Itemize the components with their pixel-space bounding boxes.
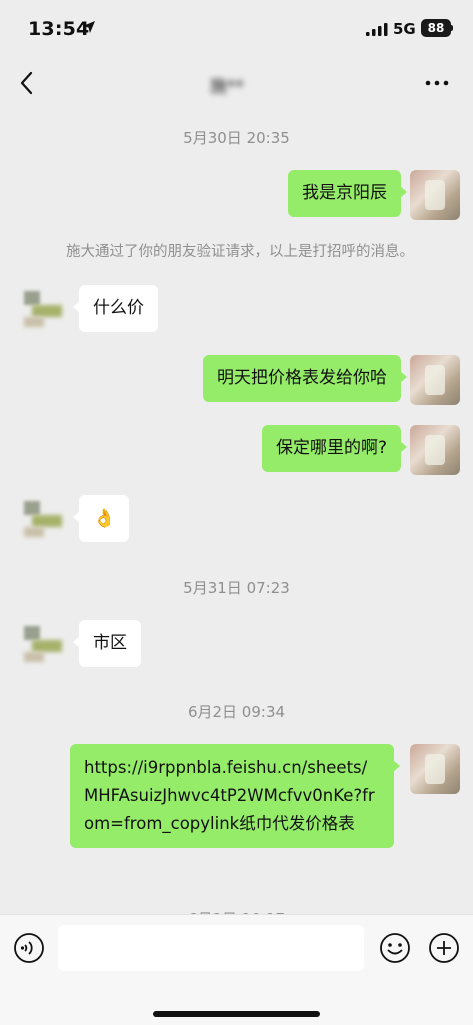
timestamp: 5月30日 20:35 <box>183 129 290 147</box>
avatar[interactable] <box>18 285 68 335</box>
network-type: 5G <box>393 20 416 38</box>
chat-header: 施** <box>0 60 473 108</box>
avatar[interactable] <box>18 495 68 545</box>
avatar[interactable] <box>410 744 460 794</box>
signal-icon <box>366 23 388 36</box>
more-horizontal-icon[interactable] <box>424 78 450 88</box>
message-bubble-incoming[interactable]: 什么价 <box>73 285 158 332</box>
status-bar: 13:54 5G 88 <box>0 0 473 60</box>
location-arrow-icon <box>83 21 95 33</box>
home-indicator <box>153 1011 320 1017</box>
system-notice: 施大通过了你的朋友验证请求，以上是打招呼的消息。 <box>66 244 414 260</box>
message-bubble-outgoing[interactable]: 我是京阳辰 <box>288 170 407 217</box>
status-time: 13:54 <box>28 18 90 40</box>
voice-icon[interactable] <box>13 932 45 964</box>
timestamp: 6月2日 09:34 <box>187 703 286 721</box>
avatar[interactable] <box>18 620 68 670</box>
battery-tip <box>451 25 453 31</box>
timestamp: 5月31日 07:23 <box>183 579 290 597</box>
avatar[interactable] <box>410 355 460 405</box>
plus-icon[interactable] <box>428 932 460 964</box>
emoji-icon[interactable] <box>379 932 411 964</box>
avatar[interactable] <box>410 170 460 220</box>
chat-title[interactable]: 施** <box>210 72 244 97</box>
message-bubble-link[interactable]: https://i9rppnbla.feishu.cn/sheets/MHFAs… <box>70 744 400 848</box>
battery-level: 88 <box>421 19 451 37</box>
message-bubble-incoming[interactable]: 市区 <box>73 620 141 667</box>
message-input[interactable] <box>58 925 364 971</box>
message-bubble-incoming[interactable]: 👌 <box>72 495 130 542</box>
input-bar <box>0 914 473 1025</box>
message-bubble-outgoing[interactable]: 明天把价格表发给你哈 <box>203 355 407 402</box>
message-bubble-outgoing[interactable]: 保定哪里的啊? <box>261 425 408 472</box>
chevron-left-icon[interactable] <box>14 68 42 98</box>
avatar[interactable] <box>410 425 460 475</box>
